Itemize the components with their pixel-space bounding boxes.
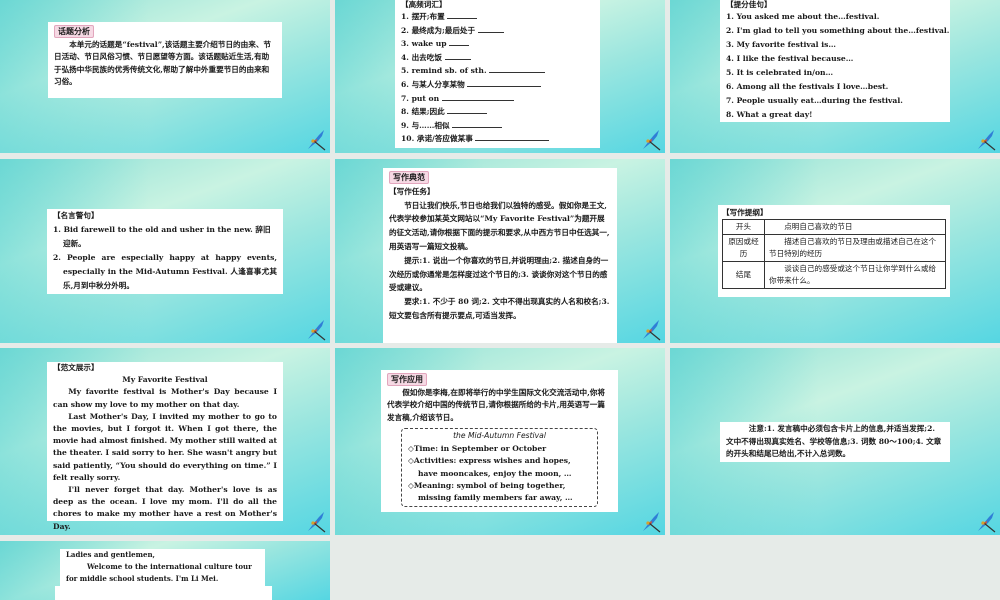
task-heading: 【写作任务】	[389, 186, 435, 196]
sentence-item: 7. People usually eat…during the festiva…	[726, 96, 903, 105]
card-item: ◇Time: in September or October	[408, 443, 547, 453]
vocab-item: 5. remind sb. of sth.	[401, 66, 487, 76]
vocab-item: 3. wake up	[401, 39, 447, 49]
quote-item: 2. People are especially happy at happy …	[53, 253, 277, 290]
essay-title: My Favorite Festival	[122, 375, 208, 385]
vocab-item: 6. 与某人分享某物	[401, 79, 465, 89]
row-label: 原因或经历	[722, 234, 765, 262]
essay-paragraph: I'll never forget that day. Mother's lov…	[53, 485, 277, 531]
sentences-heading: 【提分佳句】	[726, 0, 772, 9]
slide-9[interactable]: 注意:1. 发言稿中必须包含卡片上的信息,并适当发挥;2. 文中不得出现真实姓名…	[670, 348, 1000, 535]
topic-text: 本单元的话题是“festival”,该话题主要介绍节日的由来、节日活动、节日风俗…	[54, 39, 272, 87]
speech-greeting: Ladies and gentlemen,	[66, 550, 155, 559]
parrot-icon	[977, 129, 996, 151]
writing-application-box: 写作应用 假如你是李梅,在即将举行的中学生国际文化交流活动中,你将代表学校介绍中…	[381, 370, 618, 512]
table-row: 开头 点明自己喜欢的节日	[722, 219, 946, 235]
vocab-box: 【高频词汇】 1. 摆开;布置 2. 最终成为;最后处于 3. wake up …	[395, 0, 600, 148]
card-title: the Mid-Autumn Festival	[453, 431, 546, 441]
section-tag: 写作典范	[389, 171, 429, 184]
slide-5[interactable]: 写作典范 【写作任务】 节日让我们快乐,节日也给我们以独特的感受。假如你是王文,…	[335, 159, 665, 343]
slide-1[interactable]: 话题分析 本单元的话题是“festival”,该话题主要介绍节日的由来、节日活动…	[0, 0, 330, 153]
slide-3[interactable]: 【提分佳句】 1. You asked me about the…festiva…	[670, 0, 1000, 153]
outline-table: 开头 点明自己喜欢的节日 原因或经历 描述自己喜欢的节日及理由或描述自己在这个节日特…	[722, 219, 946, 289]
quotes-heading: 【名言警句】	[53, 211, 99, 220]
parrot-icon	[977, 511, 996, 533]
topic-analysis-box: 话题分析 本单元的话题是“festival”,该话题主要介绍节日的由来、节日活动…	[48, 22, 282, 98]
sentence-item: 5. It is celebrated in/on…	[726, 68, 834, 77]
writing-task-box: 写作典范 【写作任务】 节日让我们快乐,节日也给我们以独特的感受。假如你是王文,…	[383, 168, 617, 343]
essay-paragraph: Last Mother's Day, I invited my mother t…	[53, 411, 277, 482]
quote-item: 1. Bid farewell to the old and usher in …	[53, 225, 271, 248]
parrot-icon	[307, 511, 326, 533]
vocab-item: 8. 结果;因此	[401, 107, 445, 117]
parrot-icon	[642, 511, 661, 533]
vocab-heading: 【高频词汇】	[401, 0, 447, 9]
task-requirements: 要求:1. 不少于 80 词;2. 文中不得出现真实的人名和校名;3. 短文要包…	[389, 297, 610, 320]
vocab-item: 10. 承诺/答应做某事	[401, 134, 473, 144]
card-item: ◇Meaning: symbol of being together, miss…	[408, 481, 573, 503]
vocab-item: 7. put on	[401, 93, 440, 103]
sentence-item: 2. I'm glad to tell you something about …	[726, 26, 950, 35]
essay-paragraph: My favorite festival is Mother's Day bec…	[53, 387, 277, 409]
sentence-item: 6. Among all the festivals I love…best.	[726, 82, 889, 91]
parrot-icon	[307, 129, 326, 151]
vocab-item: 2. 最终成为;最后处于	[401, 25, 476, 35]
row-content: 谈谈自己的感受或这个节日让你学到什么或给你带来什么。	[764, 261, 946, 289]
sentences-box: 【提分佳句】 1. You asked me about the…festiva…	[720, 0, 950, 122]
slide-2[interactable]: 【高频词汇】 1. 摆开;布置 2. 最终成为;最后处于 3. wake up …	[335, 0, 665, 153]
section-tag: 写作应用	[387, 373, 427, 386]
vocab-item: 4. 出去吃饭	[401, 52, 442, 62]
table-row: 原因或经历 描述自己喜欢的节日及理由或描述自己在这个节日特别的经历	[722, 234, 946, 262]
slide-6[interactable]: 【写作提纲】 开头 点明自己喜欢的节日 原因或经历 描述自己喜欢的节日及理由或描述自…	[670, 159, 1000, 343]
sentence-item: 4. I like the festival because…	[726, 54, 854, 63]
row-content: 描述自己喜欢的节日及理由或描述自己在这个节日特别的经历	[764, 234, 946, 262]
quotes-box: 【名言警句】 1. Bid farewell to the old and us…	[47, 209, 283, 294]
card-item: ◇Activities: express wishes and hopes, h…	[408, 456, 572, 478]
speech-intro: Welcome to the international culture tou…	[66, 562, 252, 583]
slide-4[interactable]: 【名言警句】 1. Bid farewell to the old and us…	[0, 159, 330, 343]
sentence-item: 1. You asked me about the…festival.	[726, 12, 880, 21]
task-hints: 提示:1. 说出一个你喜欢的节日,并说明理由;2. 描述自身的一次经历或你通常是…	[389, 255, 609, 293]
slide-8[interactable]: 写作应用 假如你是李梅,在即将举行的中学生国际文化交流活动中,你将代表学校介绍中…	[335, 348, 665, 535]
row-content: 点明自己喜欢的节日	[764, 219, 946, 235]
outline-heading: 【写作提纲】	[722, 208, 768, 217]
notes-text: 注意:1. 发言稿中必须包含卡片上的信息,并适当发挥;2. 文中不得出现真实姓名…	[726, 424, 942, 459]
sentence-item: 3. My favorite festival is…	[726, 40, 836, 49]
festival-card: the Mid-Autumn Festival ◇Time: in Septem…	[401, 428, 598, 507]
row-label: 开头	[722, 219, 765, 235]
parrot-icon	[307, 319, 326, 341]
application-text: 假如你是李梅,在即将举行的中学生国际文化交流活动中,你将代表学校介绍中国的传统节…	[387, 387, 605, 422]
speech-area	[55, 586, 272, 600]
slide-7[interactable]: 【范文展示】 My Favorite Festival My favorite …	[0, 348, 330, 535]
row-label: 结尾	[722, 261, 765, 289]
task-paragraph: 节日让我们快乐,节日也给我们以独特的感受。假如你是王文,代表学校参加某英文网站以…	[389, 200, 610, 251]
vocab-item: 1. 摆开;布置	[401, 12, 445, 21]
outline-box: 【写作提纲】 开头 点明自己喜欢的节日 原因或经历 描述自己喜欢的节日及理由或描述自…	[718, 205, 950, 297]
sample-heading: 【范文展示】	[53, 363, 99, 372]
notes-box: 注意:1. 发言稿中必须包含卡片上的信息,并适当发挥;2. 文中不得出现真实姓名…	[720, 422, 950, 462]
table-row: 结尾 谈谈自己的感受或这个节日让你学到什么或给你带来什么。	[722, 261, 946, 289]
parrot-icon	[642, 129, 661, 151]
sentence-item: 8. What a great day!	[726, 110, 813, 119]
sample-essay-box: 【范文展示】 My Favorite Festival My favorite …	[47, 362, 283, 531]
section-tag: 话题分析	[54, 25, 94, 38]
parrot-icon	[642, 319, 661, 341]
vocab-item: 9. 与……相似	[401, 120, 450, 130]
slide-10[interactable]: Ladies and gentlemen, Welcome to the int…	[0, 541, 330, 600]
